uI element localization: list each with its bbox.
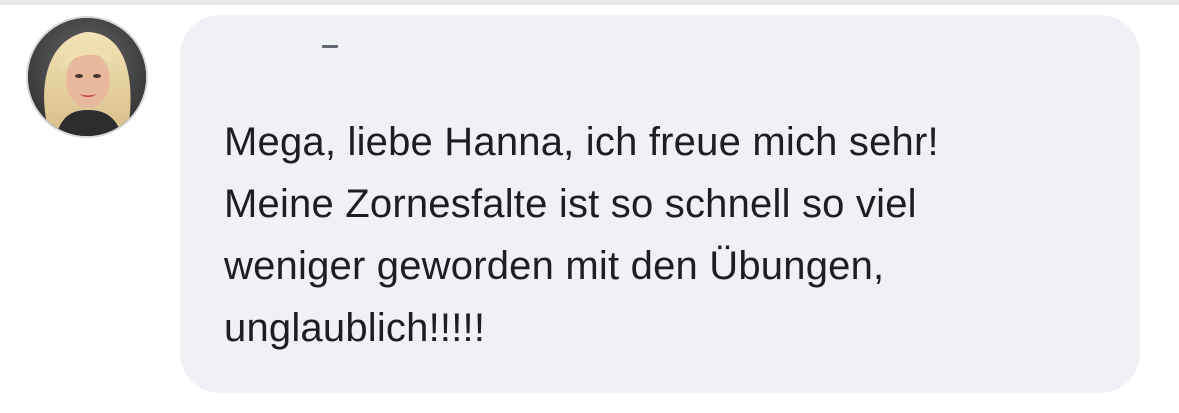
author-name[interactable] bbox=[322, 45, 338, 48]
top-divider bbox=[0, 0, 1179, 5]
user-avatar[interactable] bbox=[26, 16, 148, 138]
avatar-photo-icon bbox=[28, 18, 146, 136]
comment-bubble: Mega, liebe Hanna, ich freue mich sehr! … bbox=[180, 15, 1140, 393]
comment-view: Mega, liebe Hanna, ich freue mich sehr! … bbox=[0, 0, 1179, 413]
comment-text: Mega, liebe Hanna, ich freue mich sehr! … bbox=[224, 120, 939, 350]
